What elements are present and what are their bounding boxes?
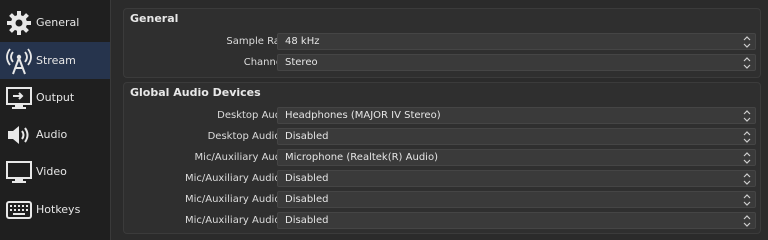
sample-rate-select[interactable]: 48 kHz [277, 33, 756, 50]
sample-rate-label: Sample Rate [226, 36, 290, 47]
mic-aux-audio-label: Mic/Auxiliary Audio [194, 152, 290, 163]
updown-arrows-icon [743, 194, 751, 206]
desktop-audio-value: Headphones (MAJOR IV Stereo) [285, 110, 441, 121]
antenna-icon [2, 44, 36, 78]
channels-label: Channels [243, 57, 290, 68]
mic-aux-audio-select[interactable]: Microphone (Realtek(R) Audio) [277, 149, 756, 166]
updown-arrows-icon [743, 57, 751, 69]
updown-arrows-icon [743, 173, 751, 185]
desktop-audio-label: Desktop Audio [217, 110, 290, 121]
mic-aux-audio-4-label: Mic/Auxiliary Audio 4 [184, 215, 290, 226]
gear-icon [2, 6, 36, 40]
sidebar-item-label: Audio [36, 128, 68, 141]
general-group-title: General [130, 12, 179, 25]
sidebar-item-label: Video [36, 165, 67, 178]
mic-aux-audio-2-select[interactable]: Disabled [277, 170, 756, 187]
monitor-icon [2, 155, 36, 189]
general-group: General Sample Rate 48 kHz Channels Ster… [123, 8, 761, 78]
updown-arrows-icon [743, 110, 751, 122]
sidebar-item-label: Hotkeys [36, 203, 81, 216]
mic-aux-audio-3-value: Disabled [285, 194, 329, 205]
mic-aux-audio-2-label: Mic/Auxiliary Audio 2 [184, 173, 290, 184]
mic-aux-audio-3-label: Mic/Auxiliary Audio 3 [184, 194, 290, 205]
mic-aux-audio-4-value: Disabled [285, 215, 329, 226]
desktop-audio-select[interactable]: Headphones (MAJOR IV Stereo) [277, 107, 756, 124]
mic-aux-audio-2-value: Disabled [285, 173, 329, 184]
updown-arrows-icon [743, 152, 751, 164]
sample-rate-value: 48 kHz [285, 36, 320, 47]
channels-select[interactable]: Stereo [277, 54, 756, 71]
desktop-audio-2-value: Disabled [285, 131, 329, 142]
updown-arrows-icon [743, 215, 751, 227]
desktop-audio-2-label: Desktop Audio 2 [207, 131, 290, 142]
channels-value: Stereo [285, 57, 318, 68]
audio-settings-panel: General Sample Rate 48 kHz Channels Ster… [117, 0, 768, 240]
updown-arrows-icon [743, 36, 751, 48]
sidebar-item-label: Output [36, 91, 75, 104]
mic-aux-audio-3-select[interactable]: Disabled [277, 191, 756, 208]
sidebar-item-label: Stream [36, 54, 76, 67]
desktop-audio-2-select[interactable]: Disabled [277, 128, 756, 145]
updown-arrows-icon [743, 131, 751, 143]
global-audio-devices-title: Global Audio Devices [130, 86, 261, 99]
sidebar-item-more[interactable] [0, 228, 110, 240]
sidebar-item-label: General [36, 16, 80, 29]
mic-aux-audio-4-select[interactable]: Disabled [277, 212, 756, 229]
mic-aux-audio-value: Microphone (Realtek(R) Audio) [285, 152, 438, 163]
global-audio-devices-group: Global Audio Devices Desktop Audio Headp… [123, 82, 761, 234]
speaker-icon [2, 118, 36, 152]
monitor-output-icon [2, 81, 36, 115]
keyboard-icon [2, 193, 36, 227]
tools-icon [2, 228, 36, 240]
